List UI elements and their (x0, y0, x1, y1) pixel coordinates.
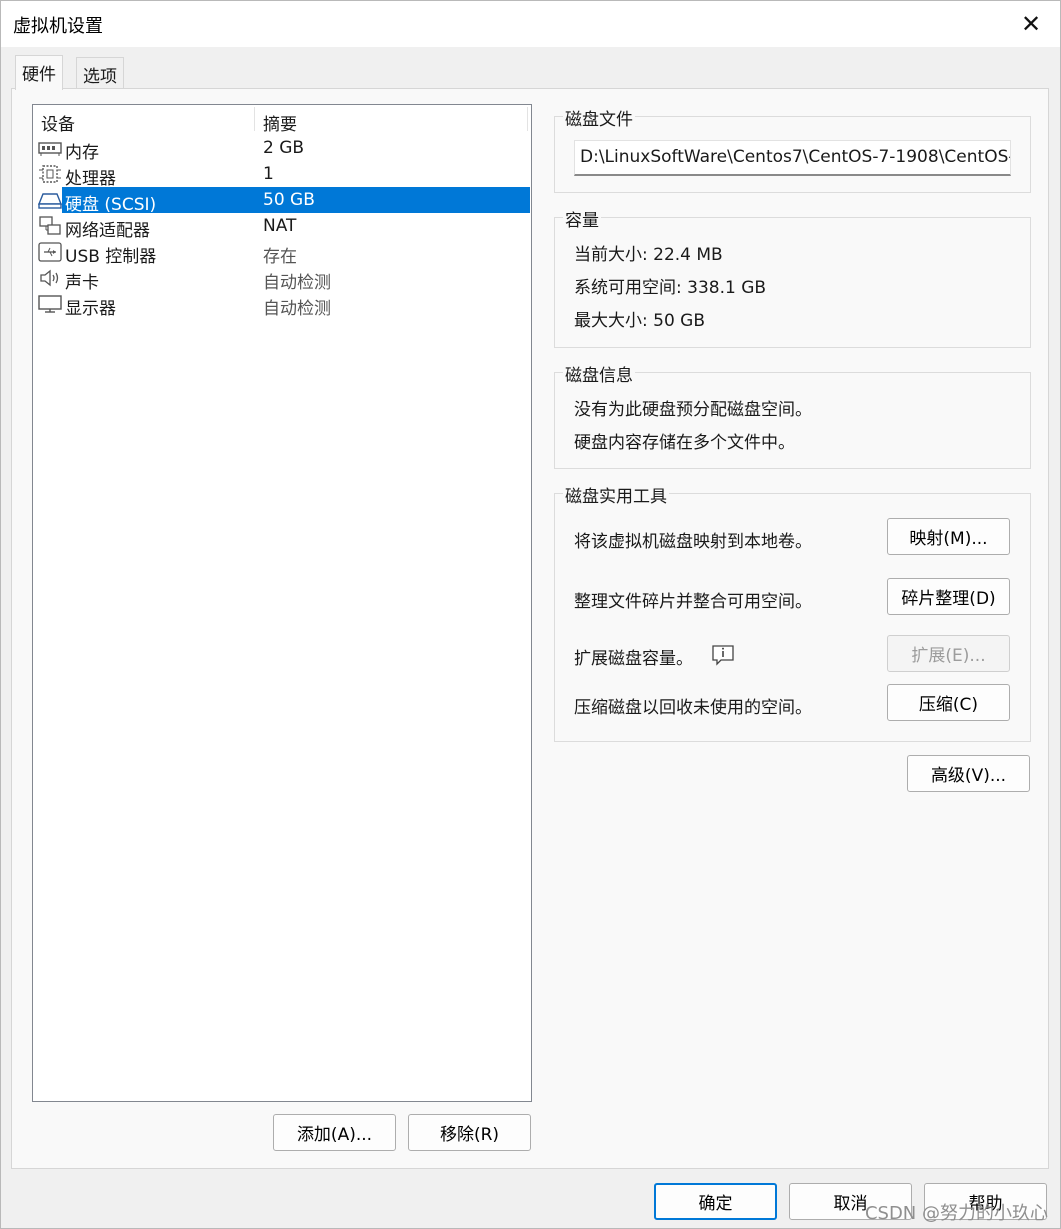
disk-file-path-field[interactable]: D:\LinuxSoftWare\Centos7\CentOS-7-1908\C… (574, 140, 1011, 176)
device-row-usb-controller[interactable]: USB 控制器 存在 (33, 239, 531, 267)
compact-description: 压缩磁盘以回收未使用的空间。 (574, 698, 812, 718)
device-summary: 自动检测 (263, 299, 331, 319)
processor-icon (38, 164, 62, 184)
disk-utilities-title: 磁盘实用工具 (563, 482, 669, 507)
usb-icon (38, 242, 62, 262)
device-summary: 2 GB (263, 138, 305, 158)
disk-info-line-1: 没有为此硬盘预分配磁盘空间。 (574, 400, 812, 420)
header-device[interactable]: 设备 (41, 110, 75, 135)
close-icon: ✕ (1020, 10, 1042, 38)
disk-file-title: 磁盘文件 (563, 105, 635, 130)
device-row-sound-card[interactable]: 声卡 自动检测 (33, 265, 531, 293)
disk-file-group: 磁盘文件 D:\LinuxSoftWare\Centos7\CentOS-7-1… (554, 105, 1031, 193)
disk-info-group: 磁盘信息 没有为此硬盘预分配磁盘空间。 硬盘内容存储在多个文件中。 (554, 361, 1031, 469)
disk-info-title: 磁盘信息 (563, 361, 635, 386)
hard-disk-icon (37, 190, 63, 210)
speaker-icon (38, 268, 62, 288)
capacity-group: 容量 当前大小: 22.4 MB 系统可用空间: 338.1 GB 最大大小: … (554, 206, 1031, 348)
tab-hardware[interactable]: 硬件 (15, 55, 63, 90)
disk-utilities-group: 磁盘实用工具 将该虚拟机磁盘映射到本地卷。 映射(M)... 整理文件碎片并整合… (554, 482, 1031, 742)
ok-button[interactable]: 确定 (654, 1183, 777, 1220)
device-row-processor[interactable]: 处理器 1 (33, 161, 531, 189)
vm-settings-window: 虚拟机设置 ✕ 硬件 选项 设备 摘要 内存 2 GB 处理器 1 硬盘 (SC… (0, 0, 1061, 1229)
tab-hardware-label: 硬件 (22, 65, 56, 85)
device-list-header: 设备 摘要 (33, 105, 531, 135)
device-row-memory[interactable]: 内存 2 GB (33, 135, 531, 163)
defrag-description: 整理文件碎片并整合可用空间。 (574, 592, 812, 612)
advanced-button[interactable]: 高级(V)... (907, 755, 1030, 792)
tab-options[interactable]: 选项 (76, 57, 124, 89)
map-button[interactable]: 映射(M)... (887, 518, 1010, 555)
expand-button[interactable]: 扩展(E)... (887, 635, 1010, 672)
watermark-text: CSDN @努力的小玖心 (864, 1203, 1048, 1224)
device-name: 处理器 (65, 169, 116, 189)
device-summary: 1 (263, 164, 274, 184)
map-description: 将该虚拟机磁盘映射到本地卷。 (574, 532, 812, 552)
device-name: 显示器 (65, 299, 116, 319)
compact-button[interactable]: 压缩(C) (887, 684, 1010, 721)
device-row-hard-disk[interactable]: 硬盘 (SCSI) 50 GB (33, 187, 531, 215)
remove-device-button[interactable]: 移除(R) (408, 1114, 531, 1151)
device-summary: 自动检测 (263, 273, 331, 293)
defragment-button[interactable]: 碎片整理(D) (887, 578, 1010, 615)
device-row-network-adapter[interactable]: 网络适配器 NAT (33, 213, 531, 241)
device-summary: 存在 (263, 247, 297, 267)
disk-info-line-2: 硬盘内容存储在多个文件中。 (574, 433, 795, 453)
header-divider (254, 107, 255, 131)
device-name: USB 控制器 (65, 247, 157, 267)
window-title: 虚拟机设置 (13, 16, 103, 37)
expand-description: 扩展磁盘容量。 (574, 649, 693, 669)
device-name: 声卡 (65, 273, 99, 293)
network-adapter-icon (38, 216, 62, 236)
tab-options-label: 选项 (83, 67, 117, 87)
device-name: 网络适配器 (65, 221, 150, 241)
device-summary: 50 GB (263, 190, 315, 210)
header-divider-end (527, 107, 528, 131)
available-space-text: 系统可用空间: 338.1 GB (574, 278, 767, 298)
max-size-text: 最大大小: 50 GB (574, 311, 706, 331)
monitor-icon (38, 294, 62, 314)
capacity-title: 容量 (563, 206, 601, 231)
title-bar: 虚拟机设置 ✕ (1, 1, 1060, 47)
device-row-display[interactable]: 显示器 自动检测 (33, 291, 531, 319)
device-list[interactable]: 设备 摘要 内存 2 GB 处理器 1 硬盘 (SCSI) 50 GB 网络适配… (32, 104, 532, 1102)
current-size-text: 当前大小: 22.4 MB (574, 245, 723, 265)
memory-icon (38, 138, 62, 158)
add-device-button[interactable]: 添加(A)... (273, 1114, 396, 1151)
device-name: 内存 (65, 143, 99, 163)
close-button[interactable]: ✕ (1008, 5, 1054, 43)
device-summary: NAT (263, 216, 297, 236)
device-name: 硬盘 (SCSI) (65, 195, 157, 215)
info-icon[interactable] (711, 644, 735, 666)
header-summary[interactable]: 摘要 (263, 110, 297, 135)
